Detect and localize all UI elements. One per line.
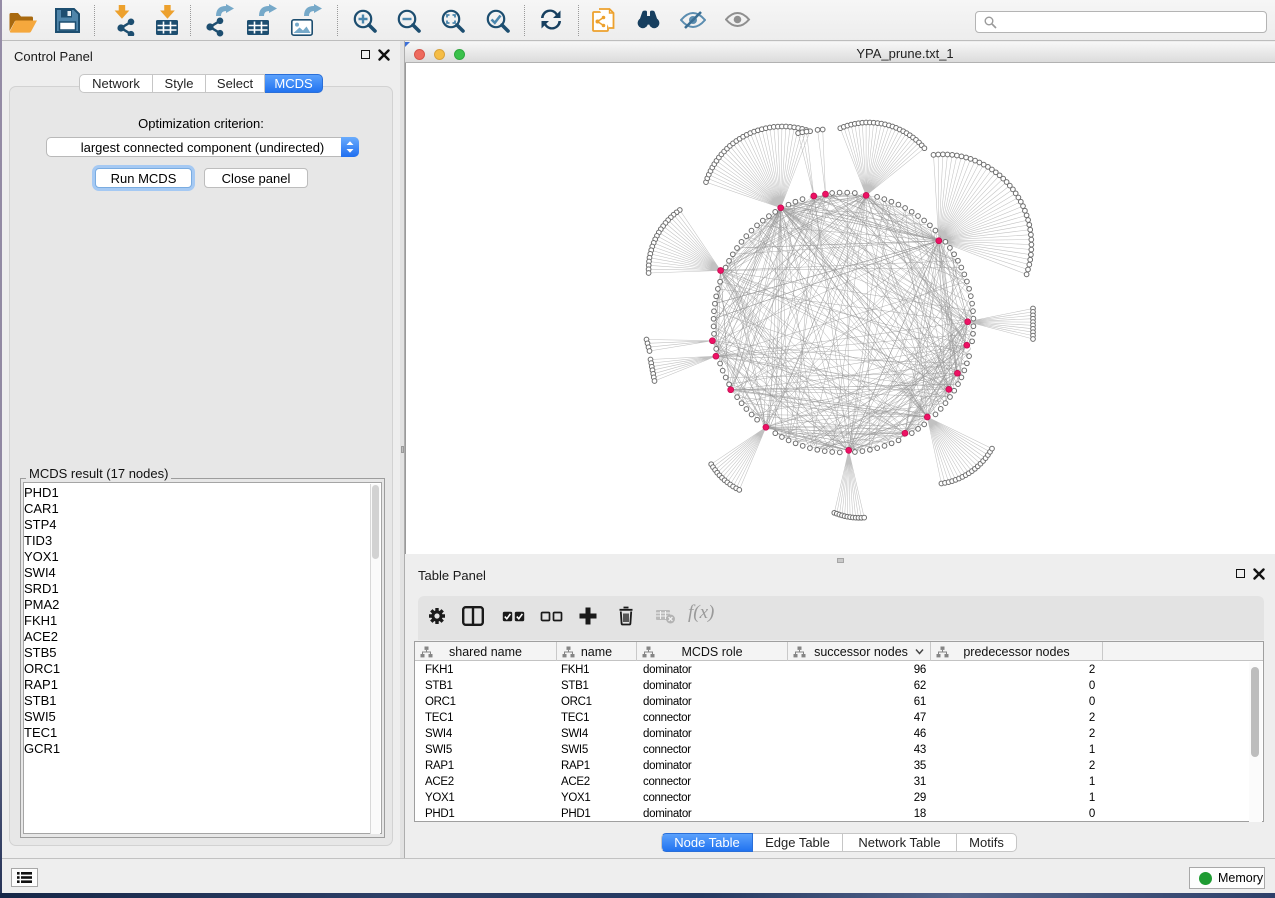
svg-text:f(x): f(x) <box>688 602 714 623</box>
